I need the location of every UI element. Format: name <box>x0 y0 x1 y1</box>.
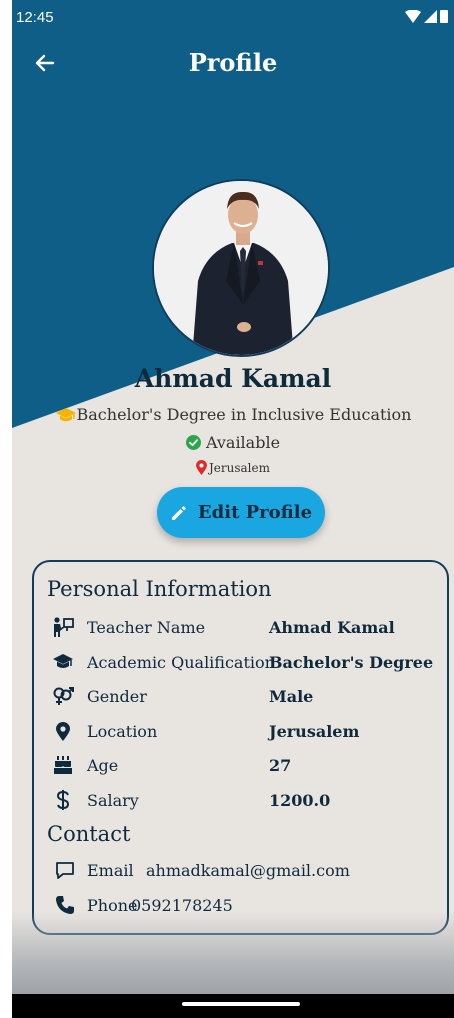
location-text: Jerusalem <box>208 460 270 475</box>
edit-profile-button[interactable]: Edit Profile <box>157 487 325 538</box>
phone-value: 0592178245 <box>131 895 233 915</box>
info-value: 27 <box>269 755 292 775</box>
info-value: Ahmad Kamal <box>269 617 395 637</box>
info-row-teacher-name: Teacher Name Ahmad Kamal <box>34 610 434 644</box>
wifi-icon <box>405 9 421 23</box>
info-value: Jerusalem <box>269 721 360 741</box>
avatar-image <box>154 181 328 355</box>
home-indicator[interactable] <box>182 1002 300 1006</box>
info-row-age: Age 27 <box>34 748 434 782</box>
profile-screen: 12:45 Profile Ahmad Kamal Bachelor's Deg… <box>12 0 454 1018</box>
edit-profile-label: Edit Profile <box>197 502 313 523</box>
system-nav-bar <box>12 994 454 1018</box>
info-label: Salary <box>87 790 139 810</box>
signal-icon <box>424 9 437 23</box>
gender-icon <box>50 684 76 708</box>
info-label: Academic Qualification <box>87 652 275 672</box>
graduation-cap-icon <box>55 407 76 421</box>
page-title: Profile <box>188 48 278 77</box>
check-circle-icon <box>185 435 201 450</box>
info-value: Bachelor's Degree <box>269 652 434 672</box>
phone-label: Phone <box>87 895 138 915</box>
info-row-qualification: Academic Qualification Bachelor's Degree <box>34 645 434 679</box>
status-icons <box>405 9 448 23</box>
availability-text: Available <box>205 433 281 452</box>
info-card: Personal Information Teacher Name Ahmad … <box>32 560 449 935</box>
info-value: Male <box>269 686 314 706</box>
info-label: Gender <box>87 686 147 706</box>
info-value: 1200.0 <box>269 790 331 810</box>
pencil-icon <box>171 505 186 520</box>
personal-info-title: Personal Information <box>47 577 272 601</box>
contact-row-email[interactable]: Email ahmadkamal@gmail.com <box>34 853 434 887</box>
availability-status: Available <box>12 433 454 452</box>
profile-name: Ahmad Kamal <box>134 364 332 393</box>
teacher-icon <box>50 615 76 639</box>
status-bar: 12:45 <box>12 0 454 34</box>
info-label: Location <box>87 721 158 741</box>
info-label: Age <box>87 755 119 775</box>
cake-icon <box>50 753 76 777</box>
location-pin-icon <box>195 460 207 475</box>
location-pin-icon <box>50 719 76 743</box>
profile-degree: Bachelor's Degree in Inclusive Education <box>12 405 454 424</box>
contact-title: Contact <box>47 822 131 846</box>
degree-text: Bachelor's Degree in Inclusive Education <box>76 405 412 424</box>
status-time: 12:45 <box>16 9 54 26</box>
info-row-location: Location Jerusalem <box>34 714 434 748</box>
email-label: Email <box>87 860 134 880</box>
info-label: Teacher Name <box>87 617 206 637</box>
phone-icon <box>52 893 78 917</box>
profile-avatar <box>152 179 330 357</box>
email-value: ahmadkamal@gmail.com <box>146 860 350 880</box>
graduation-cap-icon <box>50 650 76 674</box>
battery-icon <box>440 10 448 23</box>
contact-row-phone[interactable]: Phone 0592178245 <box>34 888 434 922</box>
profile-location: Jerusalem <box>12 460 454 475</box>
info-row-gender: Gender Male <box>34 679 434 713</box>
dollar-icon <box>50 788 76 812</box>
chat-bubble-icon <box>52 858 78 882</box>
info-row-salary: Salary 1200.0 <box>34 783 434 817</box>
